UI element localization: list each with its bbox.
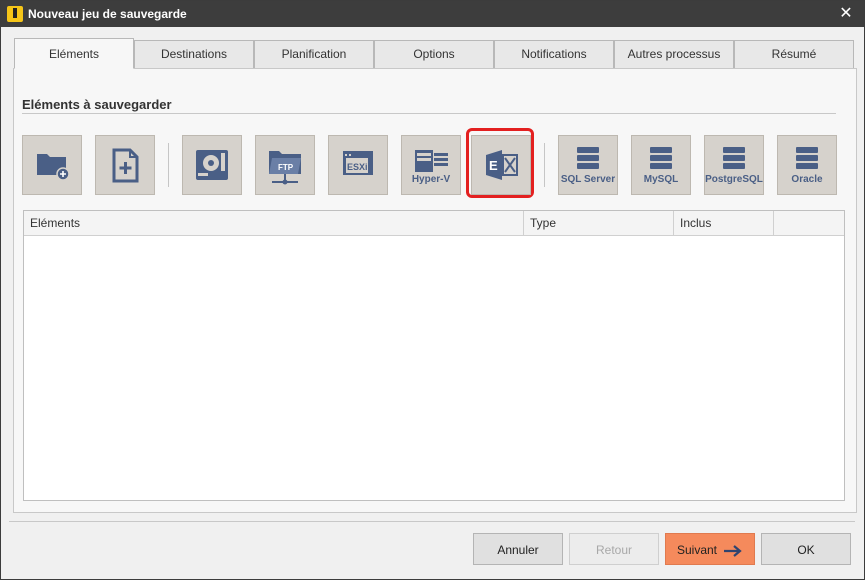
postgresql-label: PostgreSQL [705, 174, 763, 185]
section-title: Eléments à sauvegarder [22, 97, 172, 112]
disk-image-icon [196, 150, 228, 180]
sql-server-button[interactable]: SQL Server [558, 135, 618, 195]
back-button[interactable]: Retour [569, 533, 659, 565]
postgresql-button[interactable]: PostgreSQL [704, 135, 764, 195]
esxi-button[interactable]: ESXi [328, 135, 388, 195]
exchange-button[interactable]: E [471, 135, 531, 195]
esxi-icon-label: ESXi [347, 162, 368, 172]
elements-list[interactable]: Eléments Type Inclus [23, 210, 845, 501]
backup-set-window: Nouveau jeu de sauvegarde ✕ Eléments Des… [0, 0, 865, 580]
toolbar-separator [168, 143, 169, 187]
mysql-label: MySQL [643, 174, 679, 185]
svg-text:E: E [489, 158, 498, 173]
column-header-elements[interactable]: Eléments [24, 211, 524, 235]
exchange-icon: E [486, 150, 518, 180]
disk-image-button[interactable] [182, 135, 242, 195]
ftp-button[interactable]: FTP [255, 135, 315, 195]
tab-elements[interactable]: Eléments [14, 38, 134, 69]
app-icon [7, 6, 23, 22]
hyper-v-icon: Hyper-V [412, 150, 451, 185]
list-header: Eléments Type Inclus [24, 211, 844, 236]
database-icon [650, 147, 672, 169]
tab-notifications[interactable]: Notifications [494, 40, 614, 69]
next-button[interactable]: Suivant [665, 533, 755, 565]
add-file-button[interactable] [95, 135, 155, 195]
section-divider [22, 113, 836, 114]
toolbar-separator [544, 143, 545, 187]
close-button[interactable]: ✕ [836, 4, 856, 24]
footer-divider [9, 521, 855, 522]
title-bar[interactable]: Nouveau jeu de sauvegarde ✕ [1, 1, 864, 27]
column-header-included[interactable]: Inclus [674, 211, 774, 235]
file-add-icon [112, 148, 139, 183]
arrow-right-icon [724, 544, 742, 557]
tab-other-processes[interactable]: Autres processus [614, 40, 734, 69]
tab-destinations[interactable]: Destinations [134, 40, 254, 69]
next-button-label: Suivant [676, 543, 718, 557]
add-folder-button[interactable] [22, 135, 82, 195]
ok-button[interactable]: OK [761, 533, 851, 565]
cancel-button[interactable]: Annuler [473, 533, 563, 565]
ftp-icon-label: FTP [278, 163, 294, 172]
tab-summary[interactable]: Résumé [734, 40, 854, 69]
database-icon [723, 147, 745, 169]
hyper-v-icon-label: Hyper-V [412, 174, 451, 185]
folder-add-icon [37, 154, 70, 181]
oracle-button[interactable]: Oracle [777, 135, 837, 195]
oracle-label: Oracle [791, 174, 823, 185]
database-icon [796, 147, 818, 169]
column-header-type[interactable]: Type [524, 211, 674, 235]
window-title: Nouveau jeu de sauvegarde [28, 7, 187, 21]
hyper-v-button[interactable]: Hyper-V [401, 135, 461, 195]
esxi-icon: ESXi [343, 151, 373, 175]
ftp-folder-icon: FTP [269, 151, 301, 185]
tab-planification[interactable]: Planification [254, 40, 374, 69]
elements-panel: Eléments à sauvegarder FTP ESXi Hyper-V … [13, 68, 857, 513]
sql-server-label: SQL Server [560, 174, 616, 185]
database-icon [577, 147, 599, 169]
tab-options[interactable]: Options [374, 40, 494, 69]
mysql-button[interactable]: MySQL [631, 135, 691, 195]
